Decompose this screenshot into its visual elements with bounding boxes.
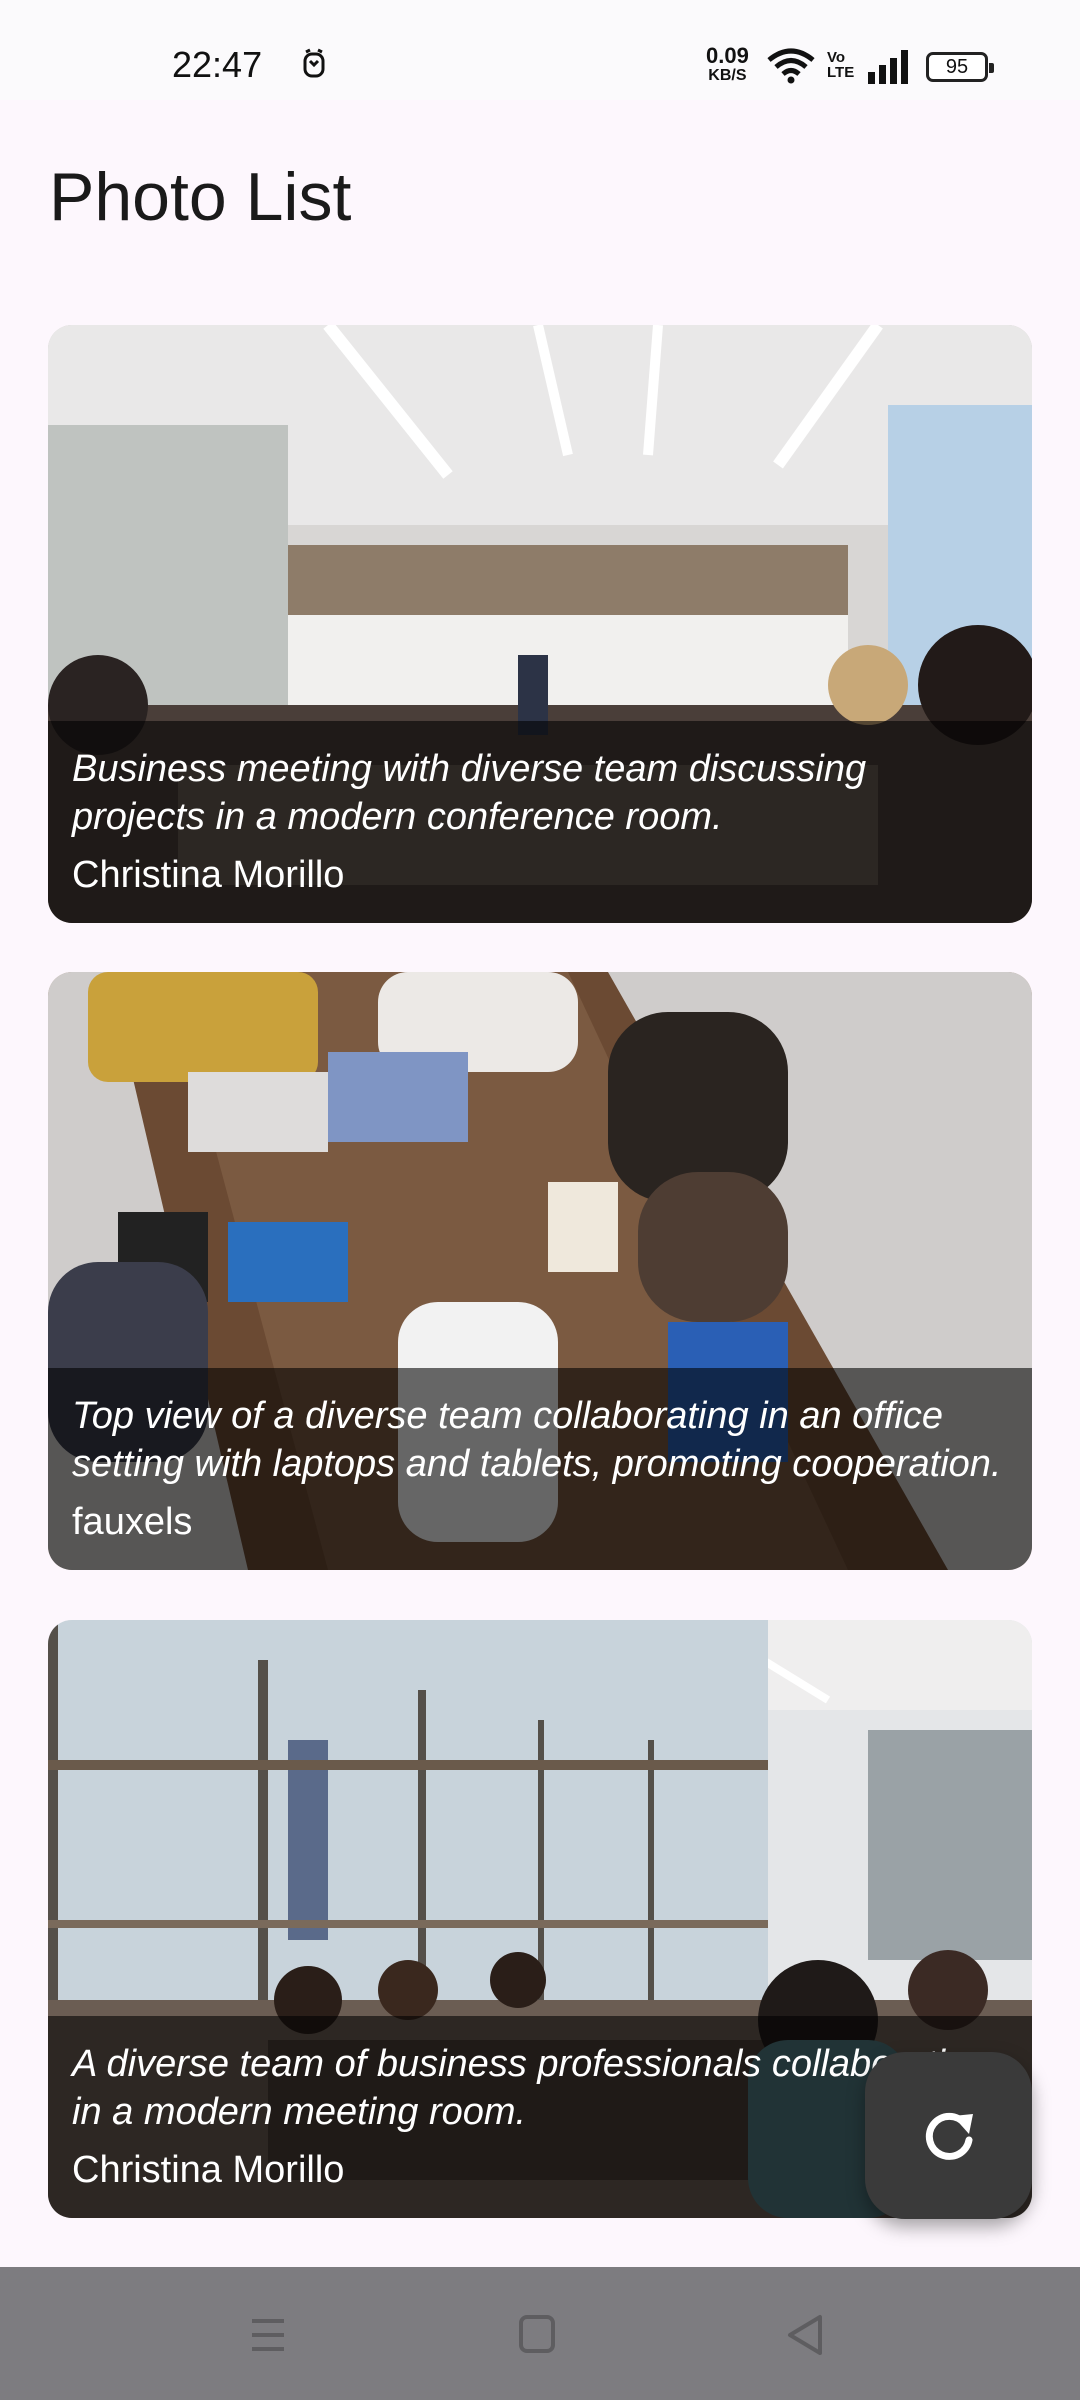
photo-description: Top view of a diverse team collaborating…: [72, 1395, 1002, 1485]
home-square-icon[interactable]: [507, 2307, 567, 2363]
signal-icon: [868, 50, 908, 84]
volte-label: Vo LTE: [827, 49, 855, 81]
network-speed-value: 0.09: [706, 43, 749, 68]
photo-caption: Business meeting with diverse team discu…: [48, 721, 1032, 923]
back-triangle-icon[interactable]: [776, 2307, 836, 2363]
refresh-button[interactable]: [865, 2052, 1032, 2219]
status-bar: 22:47 0.09 KB/S Vo LTE 95: [0, 0, 1080, 100]
photo-author: Christina Morillo: [72, 854, 345, 896]
system-nav-bar: [0, 2267, 1080, 2400]
photo-card[interactable]: Top view of a diverse team collaborating…: [48, 972, 1032, 1570]
photo-caption: Top view of a diverse team collaborating…: [48, 1368, 1032, 1570]
network-speed-unit: KB/S: [708, 67, 747, 84]
battery-indicator: 95: [926, 52, 994, 82]
alarm-icon: [303, 48, 325, 78]
app-content: Photo List Business meeting with diverse…: [0, 100, 1080, 2267]
status-time: 22:47: [172, 44, 263, 85]
photo-card[interactable]: Business meeting with diverse team discu…: [48, 325, 1032, 923]
photo-author: fauxels: [72, 1501, 193, 1543]
wifi-icon: [767, 48, 815, 84]
menu-icon[interactable]: [238, 2307, 298, 2363]
network-speed: 0.09 KB/S: [706, 43, 749, 86]
photo-description: Business meeting with diverse team discu…: [72, 748, 867, 838]
refresh-icon: [925, 2112, 973, 2160]
page-title: Photo List: [49, 159, 352, 235]
